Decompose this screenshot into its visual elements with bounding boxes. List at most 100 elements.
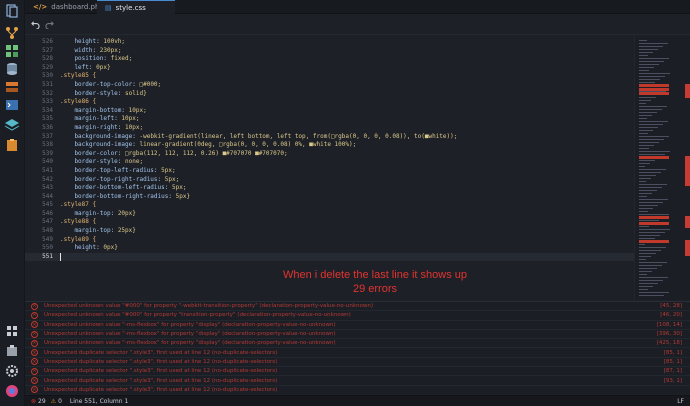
code-line[interactable]: 548 margin-top: 25px}: [25, 227, 634, 236]
code-line[interactable]: 542 border-top-right-radius: 5px;: [25, 176, 634, 185]
line-number: 546: [42, 209, 53, 217]
code-line[interactable]: 530 .style85 {: [25, 72, 634, 81]
minimap-line: [639, 220, 659, 221]
code-line[interactable]: 541 border-top-left-radius: 5px;: [25, 167, 634, 176]
line-number: 532: [42, 89, 53, 97]
code-line[interactable]: 526 height: 100vh;: [25, 38, 634, 47]
problem-message: Unexpected duplicate selector ".style3",…: [44, 368, 278, 375]
code-line[interactable]: 549 .style89 {: [25, 236, 634, 245]
problem-message: Unexpected duplicate selector ".style3",…: [44, 349, 278, 356]
line-ending[interactable]: LF: [677, 398, 684, 405]
line-number: 531: [42, 80, 53, 88]
problem-row[interactable]: × Unexpected unknown value "#000" for pro…: [25, 302, 690, 312]
code-line[interactable]: 532 border-style: solid}: [25, 90, 634, 99]
grid-icon[interactable]: [4, 324, 20, 338]
problem-row[interactable]: × Unexpected duplicate selector ".style3"…: [25, 348, 690, 358]
minimap-line: [639, 175, 656, 176]
minimap-error-marker: [639, 240, 669, 243]
line-text: border-style: solid}: [60, 89, 147, 97]
minimap-line: [639, 121, 668, 122]
error-count[interactable]: ⊗ 29 ⚠ 0: [31, 398, 62, 405]
code-line[interactable]: 535 margin-left: 10px;: [25, 115, 634, 124]
minimap-line: [639, 142, 659, 143]
code-line[interactable]: 540 border-style: none;: [25, 158, 634, 167]
scrollbar-error-marker: [685, 240, 690, 256]
minimap-line: [639, 178, 651, 179]
problem-row[interactable]: × Unexpected unknown value "-ms-flexbox" …: [25, 321, 690, 330]
settings-icon[interactable]: [4, 364, 20, 378]
minimap-line: [639, 70, 649, 71]
extensions-icon[interactable]: [4, 44, 20, 58]
files-icon[interactable]: [4, 4, 20, 18]
minimap-line: [639, 97, 656, 98]
line-number: 529: [42, 63, 53, 71]
redo-icon[interactable]: [45, 20, 54, 29]
problem-message: Unexpected unknown value "-ms-flexbox" f…: [44, 321, 336, 328]
minimap-line: [639, 193, 652, 194]
problem-row[interactable]: × Unexpected unknown value "-ms-flexbox" …: [25, 330, 690, 340]
minimap-line: [639, 127, 658, 128]
database-icon[interactable]: [4, 62, 20, 76]
code-line[interactable]: 533 .style86 {: [25, 98, 634, 107]
layers-icon[interactable]: [4, 118, 20, 132]
code-line[interactable]: 537 background-image: -webkit-gradient(l…: [25, 133, 634, 142]
line-number: 539: [42, 149, 53, 157]
debug-icon[interactable]: [4, 80, 20, 94]
line-text: left: 0px}: [60, 63, 111, 71]
minimap-line: [639, 187, 662, 188]
problem-row[interactable]: × Unexpected duplicate selector ".style3"…: [25, 358, 690, 368]
line-text: border-top-right-radius: 5px;: [60, 175, 180, 183]
minimap-line: [639, 226, 649, 227]
problem-row[interactable]: × Unexpected duplicate selector ".style3"…: [25, 386, 690, 394]
line-text: height: 100vh;: [60, 38, 126, 45]
code-line[interactable]: 531 border-top-color: □#000;: [25, 81, 634, 90]
tab-dashboard-php[interactable]: </> dashboard.php: [25, 0, 104, 14]
code-line[interactable]: 538 background-image: linear-gradient(0d…: [25, 141, 634, 150]
code-line[interactable]: 536 margin-right: 10px;: [25, 124, 634, 133]
code-line[interactable]: 544 border-bottom-right-radius: 5px}: [25, 193, 634, 202]
code-line[interactable]: 545 .style87 {: [25, 201, 634, 210]
code-editor[interactable]: 526 height: 100vh; 527 width: 230px; 528 p…: [25, 36, 634, 300]
minimap[interactable]: [634, 36, 690, 300]
minimap-line: [639, 229, 670, 230]
terminal-icon[interactable]: [4, 98, 20, 112]
code-line[interactable]: 543 border-bottom-left-radius: 5px;: [25, 184, 634, 193]
code-line[interactable]: 528 position: fixed;: [25, 55, 634, 64]
minimap-line: [639, 118, 647, 119]
code-line[interactable]: 527 width: 230px;: [25, 47, 634, 56]
minimap-line: [639, 283, 658, 284]
minimap-line: [639, 265, 662, 266]
undo-icon[interactable]: [31, 20, 40, 29]
code-line[interactable]: 551: [25, 252, 634, 262]
problem-row[interactable]: × Unexpected unknown value "-ms-flexbox" …: [25, 339, 690, 349]
code-line[interactable]: 546 margin-top: 20px}: [25, 210, 634, 219]
plugin-icon[interactable]: [4, 344, 20, 358]
tab-style-css[interactable]: ▤ style.css: [97, 0, 175, 14]
cursor-position[interactable]: Line 551, Column 1: [70, 398, 128, 405]
line-number: 550: [42, 244, 53, 252]
minimap-error-marker: [639, 216, 669, 219]
code-line[interactable]: 529 left: 0px}: [25, 64, 634, 73]
error-icon: ×: [31, 349, 38, 357]
problem-row[interactable]: × Unexpected duplicate selector ".style3"…: [25, 376, 690, 386]
git-icon[interactable]: [4, 26, 20, 40]
problem-row[interactable]: × Unexpected unknown value "#000" for pro…: [25, 311, 690, 321]
problem-location: [85, 1]: [663, 349, 682, 356]
line-text: background-image: -webkit-gradient(linea…: [60, 132, 458, 140]
code-line[interactable]: 547 .style88 {: [25, 218, 634, 227]
minimap-error-marker: [639, 92, 669, 95]
code-line[interactable]: 550 height: 0px}: [25, 244, 634, 253]
line-text: .style86 {: [60, 98, 97, 106]
code-line[interactable]: 534 margin-bottom: 10px;: [25, 107, 634, 116]
line-text: margin-top: 20px}: [60, 209, 136, 217]
minimap-line: [639, 199, 668, 200]
minimap-line: [639, 238, 655, 239]
account-avatar-icon[interactable]: [4, 384, 20, 398]
minimap-line: [639, 250, 661, 251]
problem-row[interactable]: × Unexpected duplicate selector ".style3"…: [25, 367, 690, 377]
clipboard-icon[interactable]: [4, 138, 20, 152]
code-line[interactable]: 539 border-color: □rgba(112, 112, 112, 0…: [25, 150, 634, 159]
error-count-value: 29: [38, 397, 46, 405]
annotation-note: When i delete the last line it shows up …: [282, 269, 468, 295]
line-text: .style88 {: [60, 218, 97, 226]
